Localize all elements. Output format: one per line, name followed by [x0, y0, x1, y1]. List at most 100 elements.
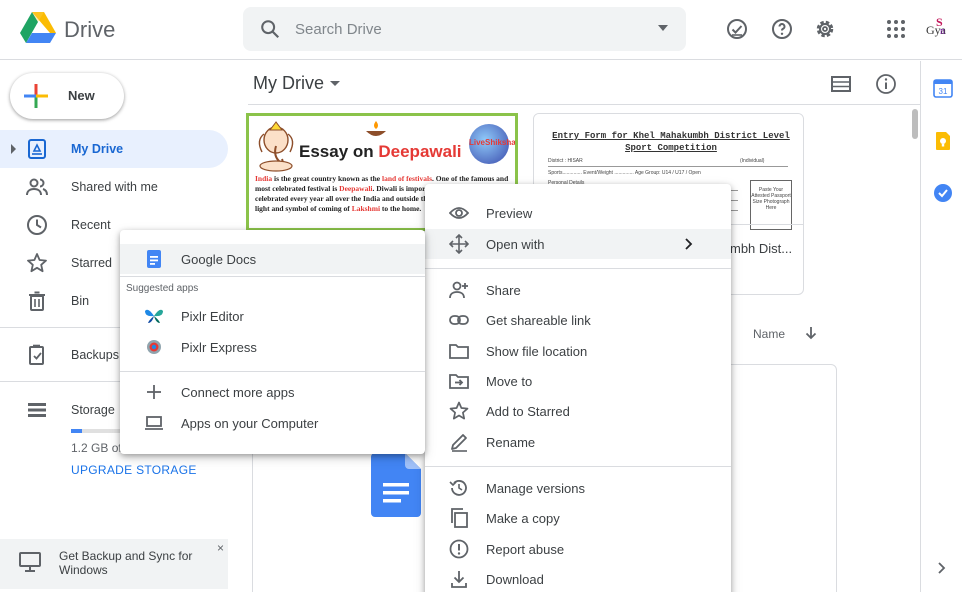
menu-item-label: Report abuse: [486, 542, 565, 557]
menu-item-add-starred[interactable]: Add to Starred: [425, 396, 731, 426]
open-with-google-docs[interactable]: Google Docs: [120, 244, 425, 274]
file-context-menu: Preview Open with Share Get shareable li…: [425, 184, 731, 592]
essay-body-segment: to the home.: [380, 204, 422, 213]
keep-icon[interactable]: [933, 131, 953, 151]
my-drive-icon: [28, 139, 46, 159]
person-add-icon: [449, 281, 468, 299]
suggested-apps-heading: Suggested apps: [126, 283, 199, 294]
menu-item-show-location[interactable]: Show file location: [425, 336, 731, 366]
menu-divider: [425, 268, 731, 269]
brand-logo-text: LiveShiksha: [469, 138, 516, 147]
avatar[interactable]: S Gya n: [926, 16, 956, 42]
sort-by-name-button[interactable]: Name: [753, 327, 785, 341]
close-banner-button[interactable]: ×: [217, 541, 224, 555]
storage-usage-text: 1.2 GB of: [71, 441, 122, 455]
star-icon: [27, 253, 47, 273]
svg-text:31: 31: [939, 87, 948, 96]
pixlr-express-icon: [147, 340, 161, 354]
google-docs-icon: [147, 250, 161, 268]
calendar-icon[interactable]: 31: [933, 78, 953, 98]
form-photo-box: Paste Your Attested Passport Size Photog…: [750, 180, 792, 230]
form-rule: [548, 166, 788, 167]
info-icon[interactable]: [875, 73, 897, 95]
open-with-pixlr-express[interactable]: Pixlr Express: [120, 332, 425, 362]
essay-body-segment: Lakshmi: [351, 204, 381, 213]
sidebar-item-label: Bin: [71, 294, 90, 308]
essay-title-highlight: Deepawali: [378, 142, 462, 161]
clock-icon: [27, 215, 47, 235]
menu-item-label: Download: [486, 572, 544, 587]
sidebar-item-label: My Drive: [71, 142, 124, 156]
eye-icon: [449, 207, 469, 219]
sidebar-item-shared-with-me[interactable]: Shared with me: [0, 168, 228, 206]
main-scrollbar[interactable]: [911, 107, 919, 592]
sidebar-item-my-drive[interactable]: My Drive: [0, 130, 228, 168]
backup-sync-banner[interactable]: Get Backup and Sync for Windows ×: [0, 539, 228, 589]
apps-grid-icon[interactable]: [884, 17, 908, 41]
menu-item-rename[interactable]: Rename: [425, 427, 731, 457]
move-arrows-icon: [449, 234, 469, 254]
menu-item-label: Rename: [486, 435, 536, 450]
search-options-dropdown-icon[interactable]: [658, 25, 668, 31]
apps-on-computer[interactable]: Apps on your Computer: [120, 408, 425, 438]
storage-usage-fill: [71, 429, 82, 433]
open-with-item-label: Connect more apps: [181, 385, 295, 400]
new-button[interactable]: New: [10, 73, 124, 119]
arrow-down-icon[interactable]: [803, 325, 819, 341]
open-with-pixlr-editor[interactable]: Pixlr Editor: [120, 301, 425, 331]
open-with-item-label: Apps on your Computer: [181, 416, 319, 431]
essay-body-segment: India: [255, 174, 273, 183]
menu-item-label: Move to: [486, 374, 533, 389]
new-button-label: New: [68, 88, 95, 103]
upgrade-storage-link[interactable]: UPGRADE STORAGE: [71, 463, 197, 477]
top-bar: Drive S Gya n: [0, 0, 962, 60]
pencil-icon: [451, 434, 467, 452]
plus-icon: [147, 385, 161, 399]
menu-item-report-abuse[interactable]: Report abuse: [425, 534, 731, 564]
chevron-down-icon[interactable]: [330, 81, 340, 86]
side-panel: 31: [920, 61, 962, 592]
sidebar-item-label: Starred: [71, 256, 112, 270]
menu-item-label: Add to Starred: [486, 404, 570, 419]
menu-item-make-copy[interactable]: Make a copy: [425, 503, 731, 533]
open-with-item-label: Pixlr Express: [181, 340, 257, 355]
alert-icon: [449, 539, 469, 559]
sidebar-item-label: Backups: [71, 348, 119, 362]
menu-item-label: Preview: [486, 206, 533, 221]
essay-body-segment: Deepawali: [339, 184, 373, 193]
menu-item-preview[interactable]: Preview: [425, 198, 731, 228]
connect-more-apps[interactable]: Connect more apps: [120, 377, 425, 407]
menu-item-label: Open with: [486, 237, 545, 252]
search-icon[interactable]: [259, 18, 281, 40]
menu-item-get-link[interactable]: Get shareable link: [425, 305, 731, 335]
settings-icon[interactable]: [813, 17, 837, 41]
open-with-submenu: Google Docs Suggested apps Pixlr Editor …: [120, 230, 425, 454]
help-icon[interactable]: [770, 17, 794, 41]
pixlr-editor-icon: [145, 309, 163, 323]
menu-item-open-with[interactable]: Open with: [425, 229, 731, 259]
search-box[interactable]: [243, 7, 686, 51]
menu-item-share[interactable]: Share: [425, 275, 731, 305]
menu-item-label: Make a copy: [486, 511, 560, 526]
people-icon: [26, 178, 48, 196]
menu-item-move-to[interactable]: Move to: [425, 366, 731, 396]
app-name[interactable]: Drive: [64, 17, 115, 43]
menu-divider: [425, 466, 731, 467]
expand-caret-icon[interactable]: [11, 144, 16, 154]
google-docs-file-icon: [371, 453, 421, 517]
menu-item-download[interactable]: Download: [425, 564, 731, 592]
menu-item-manage-versions[interactable]: Manage versions: [425, 473, 731, 503]
avatar-text-3: n: [940, 26, 945, 37]
drive-logo-icon[interactable]: [20, 12, 56, 44]
chevron-right-icon[interactable]: [935, 561, 949, 575]
search-input[interactable]: [295, 7, 635, 51]
main-divider: [248, 104, 920, 105]
scrollbar-thumb[interactable]: [912, 109, 918, 139]
essay-body-segment: is the great country known as the: [272, 174, 382, 183]
offline-check-icon[interactable]: [725, 17, 749, 41]
page-title[interactable]: My Drive: [253, 73, 324, 94]
list-view-icon[interactable]: [830, 73, 852, 95]
sidebar-item-label: Recent: [71, 218, 111, 232]
tasks-icon[interactable]: [933, 183, 953, 203]
menu-divider: [120, 276, 425, 277]
